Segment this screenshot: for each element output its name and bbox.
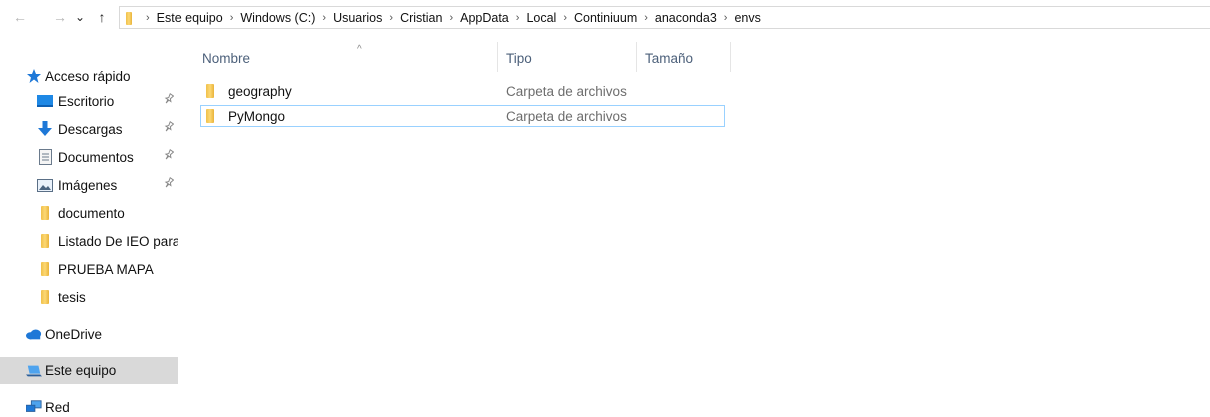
nav-network-label: Red <box>45 399 70 415</box>
nav-this-pc-label: Este equipo <box>45 363 117 378</box>
up-arrow-icon: ↑ <box>98 9 106 25</box>
breadcrumb-item[interactable]: envs <box>734 11 760 25</box>
documents-icon <box>37 149 53 165</box>
breadcrumb-separator: › <box>389 11 394 24</box>
nav-item-label: Listado De IEO para <box>58 233 178 249</box>
pictures-icon <box>37 177 53 193</box>
breadcrumb-item[interactable]: AppData <box>460 11 509 25</box>
column-divider[interactable] <box>636 42 637 72</box>
column-divider[interactable] <box>730 42 731 72</box>
breadcrumb-separator: › <box>146 11 150 24</box>
nav-quick-access[interactable]: Acceso rápido <box>26 64 204 88</box>
column-header-name[interactable]: Nombre ^ <box>202 44 497 72</box>
folder-icon <box>37 289 53 305</box>
nav-item-label: Descargas <box>58 121 123 137</box>
column-header-size-label: Tamaño <box>645 50 694 66</box>
nav-item-listado-de-ieo[interactable]: Listado De IEO para <box>37 229 178 253</box>
nav-onedrive[interactable]: OneDrive <box>26 322 204 346</box>
breadcrumb-separator: › <box>723 11 728 24</box>
file-type: Carpeta de archivos <box>506 108 627 124</box>
folder-icon <box>206 109 214 123</box>
file-name: PyMongo <box>228 108 286 124</box>
recent-locations-button[interactable]: ⌄ <box>72 9 88 25</box>
back-arrow-icon: ← <box>13 9 27 25</box>
file-name: geography <box>228 83 292 99</box>
breadcrumb-separator: › <box>322 11 327 24</box>
cloud-icon <box>26 326 42 342</box>
column-header-type[interactable]: Tipo <box>506 44 636 72</box>
nav-item-label: documento <box>58 205 125 221</box>
back-button[interactable]: ← <box>12 9 28 25</box>
pin-icon[interactable] <box>164 120 176 135</box>
nav-item-label: Imágenes <box>58 177 118 193</box>
navigation-pane: Acceso rápido Escritorio Descargas Docum… <box>0 34 185 417</box>
folder-icon <box>126 11 140 25</box>
forward-arrow-icon: → <box>53 9 67 25</box>
pin-icon[interactable] <box>164 148 176 163</box>
computer-icon <box>26 363 42 379</box>
breadcrumb-separator: › <box>229 11 234 24</box>
column-header-name-label: Nombre <box>202 50 251 66</box>
nav-item-label: Documentos <box>58 149 134 165</box>
network-icon <box>26 399 42 415</box>
column-header-size[interactable]: Tamaño <box>645 44 730 72</box>
nav-item-label: tesis <box>58 289 86 305</box>
breadcrumb-item[interactable]: Continiuum <box>574 11 637 25</box>
forward-button[interactable]: → <box>52 9 68 25</box>
address-bar-row: ← → ⌄ ↑ › Este equipo › Windows (C:) › U… <box>0 0 1210 34</box>
breadcrumb-separator: › <box>644 11 648 24</box>
chevron-down-icon: ⌄ <box>74 10 86 24</box>
nav-this-pc[interactable]: Este equipo <box>0 357 178 384</box>
file-type: Carpeta de archivos <box>506 83 627 99</box>
star-icon <box>26 68 42 84</box>
folder-icon <box>37 261 53 277</box>
breadcrumb-item[interactable]: Usuarios <box>333 11 382 25</box>
breadcrumb-item[interactable]: Local <box>526 11 556 25</box>
breadcrumb-item[interactable]: anaconda3 <box>655 11 717 25</box>
folder-icon <box>37 205 53 221</box>
download-icon <box>37 121 53 137</box>
nav-item-label: PRUEBA MAPA <box>58 261 154 277</box>
desktop-icon <box>37 93 53 109</box>
nav-item-label: Escritorio <box>58 93 115 109</box>
breadcrumb-separator: › <box>563 11 567 24</box>
folder-icon <box>37 233 53 249</box>
pin-icon[interactable] <box>164 92 176 107</box>
nav-onedrive-label: OneDrive <box>45 326 103 342</box>
up-button[interactable]: ↑ <box>94 9 110 25</box>
nav-quick-access-label: Acceso rápido <box>45 68 131 84</box>
pin-icon[interactable] <box>164 176 176 191</box>
file-row-geography[interactable]: geography Carpeta de archivos <box>200 80 725 102</box>
file-list: Nombre ^ Tipo Tamaño geography Carpeta d… <box>185 34 1210 417</box>
column-header-type-label: Tipo <box>506 50 532 66</box>
address-box[interactable]: › Este equipo › Windows (C:) › Usuarios … <box>119 6 1210 29</box>
breadcrumb-item[interactable]: Cristian <box>400 11 442 25</box>
column-divider[interactable] <box>497 42 498 72</box>
file-row-pymongo[interactable]: PyMongo Carpeta de archivos <box>200 105 725 127</box>
breadcrumb-item[interactable]: Windows (C:) <box>240 11 315 25</box>
breadcrumb-separator: › <box>515 11 520 24</box>
nav-network[interactable]: Red <box>26 395 204 417</box>
folder-icon <box>206 84 214 98</box>
sort-ascending-icon: ^ <box>357 44 362 55</box>
breadcrumb-separator: › <box>449 11 454 24</box>
breadcrumb-item[interactable]: Este equipo <box>157 11 223 25</box>
